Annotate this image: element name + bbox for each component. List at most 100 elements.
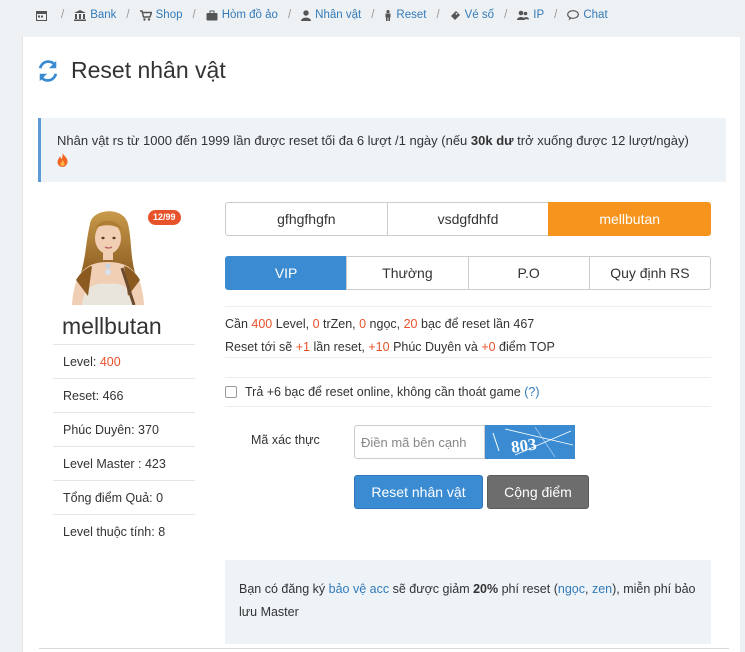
main-panel: Reset nhân vật Nhân vật rs từ 1000 đến 1… (22, 37, 740, 652)
zen-link[interactable]: zen (592, 582, 612, 596)
character-tab-active[interactable]: mellbutan (548, 202, 712, 236)
divider (39, 648, 729, 649)
nav-character[interactable]: Nhân vật (301, 9, 361, 21)
nav-lottery[interactable]: Vé số (450, 9, 494, 21)
text: Bạn có đăng ký (239, 582, 329, 596)
character-selector: gfhgfhgfn vsdgfdhfd mellbutan (225, 202, 712, 236)
reset-limit-alert: Nhân vật rs từ 1000 đến 1999 lần được re… (38, 118, 726, 182)
nav-separator: / (371, 9, 375, 21)
reset-mode-tabs: VIP Thường P.O Quy định RS (225, 256, 711, 290)
online-reset-option[interactable]: Trả +6 bạc để reset online, không cần th… (225, 377, 711, 407)
character-avatar (72, 211, 144, 305)
briefcase-icon (206, 10, 218, 21)
ticket-icon (450, 10, 461, 21)
text: điểm TOP (495, 340, 555, 354)
bank-icon (74, 9, 87, 21)
character-name: mellbutan (62, 313, 162, 339)
captcha-image[interactable]: 803 (485, 425, 575, 459)
nav-label: Bank (90, 9, 117, 21)
stat-reset: Reset: 466 (53, 378, 195, 412)
stat-value: 8 (158, 525, 166, 539)
stat-level: Level: 400 (53, 344, 195, 378)
nav-ip[interactable]: IP (517, 9, 544, 21)
stat-value: 400 (99, 355, 121, 369)
text: Level, (272, 317, 313, 331)
protection-info: Bạn có đăng ký bảo vệ acc sẽ được giảm 2… (225, 560, 711, 644)
nav-label: Hòm đồ ảo (221, 9, 278, 21)
text: bạc để reset lần 467 (417, 317, 535, 331)
nav-label: Vé số (464, 9, 495, 21)
text: lần reset, (310, 340, 369, 354)
tab-reset-rules[interactable]: Quy định RS (588, 256, 711, 290)
online-reset-checkbox[interactable] (225, 386, 237, 398)
reset-character-button[interactable]: Reset nhân vật (354, 475, 483, 509)
nav-label: Nhân vật (315, 9, 362, 21)
alert-bold: 30k dư (470, 133, 514, 148)
reset-requirements: Cần 400 Level, 0 trZen, 0 ngọc, 20 bạc đ… (225, 306, 711, 358)
stat-label: Tổng điểm Quả: (63, 491, 157, 505)
text: Reset tới sẽ (225, 340, 296, 354)
stat-value: 370 (138, 423, 159, 437)
online-reset-label: Trả +6 bạc để reset online, không cần th… (245, 385, 521, 399)
character-tab[interactable]: vsdgfdhfd (386, 202, 550, 236)
discount-percent: 20% (473, 582, 499, 596)
character-stats: Level: 400 Reset: 466 Phúc Duyên: 370 Le… (53, 344, 195, 548)
refresh-icon (38, 59, 58, 82)
text: ngọc, (366, 317, 404, 331)
text: , (584, 582, 592, 596)
nav-separator: / (287, 9, 292, 21)
captcha-code: 803 (510, 434, 538, 456)
jewel-link[interactable]: ngọc (558, 582, 585, 596)
nav-reset[interactable]: Reset (384, 9, 426, 21)
text: phí reset ( (498, 582, 558, 596)
reward-phuc-duyen: +10 (368, 340, 390, 354)
nav-label: Chat (583, 9, 608, 21)
account-protection-link[interactable]: bảo vệ acc (329, 582, 389, 596)
cart-icon (139, 9, 152, 21)
nav-separator: / (554, 9, 558, 21)
add-points-button[interactable]: Cộng điểm (487, 475, 589, 509)
nav-separator: / (192, 9, 196, 21)
chat-icon (567, 9, 580, 21)
requirement-line: Cần 400 Level, 0 trZen, 0 ngọc, 20 bạc đ… (225, 313, 711, 336)
alert-text-end: trở xuống được 12 lượt/ngày) (513, 133, 689, 148)
nav-virtual-chest[interactable]: Hòm đồ ảo (206, 9, 278, 21)
stat-label: Level thuộc tính: (63, 525, 159, 539)
user-icon (301, 9, 312, 21)
nav-label: IP (533, 9, 545, 21)
stat-label: Level: (63, 355, 100, 369)
stat-total-fruit: Tổng điểm Quả: 0 (53, 480, 195, 514)
stat-label: Phúc Duyên: (63, 423, 139, 437)
tab-po[interactable]: P.O (467, 256, 590, 290)
required-silver: 20 (403, 317, 418, 331)
captcha-label: Mã xác thực (251, 433, 320, 447)
tab-vip[interactable]: VIP (225, 256, 348, 290)
nav-separator: / (126, 9, 130, 21)
page-header: Reset nhân vật (37, 57, 226, 84)
stat-value: 0 (156, 491, 164, 505)
users-icon (517, 10, 530, 21)
tab-normal[interactable]: Thường (346, 256, 469, 290)
avatar-area: 12/99 (53, 202, 195, 305)
stat-value: 423 (144, 457, 166, 471)
alert-text: Nhân vật rs từ 1000 đến 1999 lần được re… (57, 133, 471, 148)
stat-label: Level Master : (63, 457, 145, 471)
captcha-input[interactable] (354, 425, 485, 459)
stat-label: Reset: (63, 389, 103, 403)
character-card: 12/99 mellbutan Level: 400 Reset: 466 Ph… (53, 202, 195, 548)
stat-phuc-duyen: Phúc Duyên: 370 (53, 412, 195, 446)
required-zen: 0 (312, 317, 320, 331)
nav-label: Reset (396, 9, 427, 21)
text: sẽ được giảm (389, 582, 474, 596)
stat-level-master: Level Master : 423 (53, 446, 195, 480)
nav-home[interactable] (36, 10, 51, 21)
nav-separator: / (504, 9, 508, 21)
character-tab[interactable]: gfhgfhgfn (225, 202, 388, 236)
nav-bank[interactable]: Bank (74, 9, 116, 21)
male-icon (384, 9, 392, 21)
help-link[interactable]: (?) (524, 385, 539, 399)
nav-shop[interactable]: Shop (139, 9, 182, 21)
text: trZen, (319, 317, 360, 331)
nav-chat[interactable]: Chat (567, 9, 608, 21)
nav-separator: / (61, 9, 65, 21)
